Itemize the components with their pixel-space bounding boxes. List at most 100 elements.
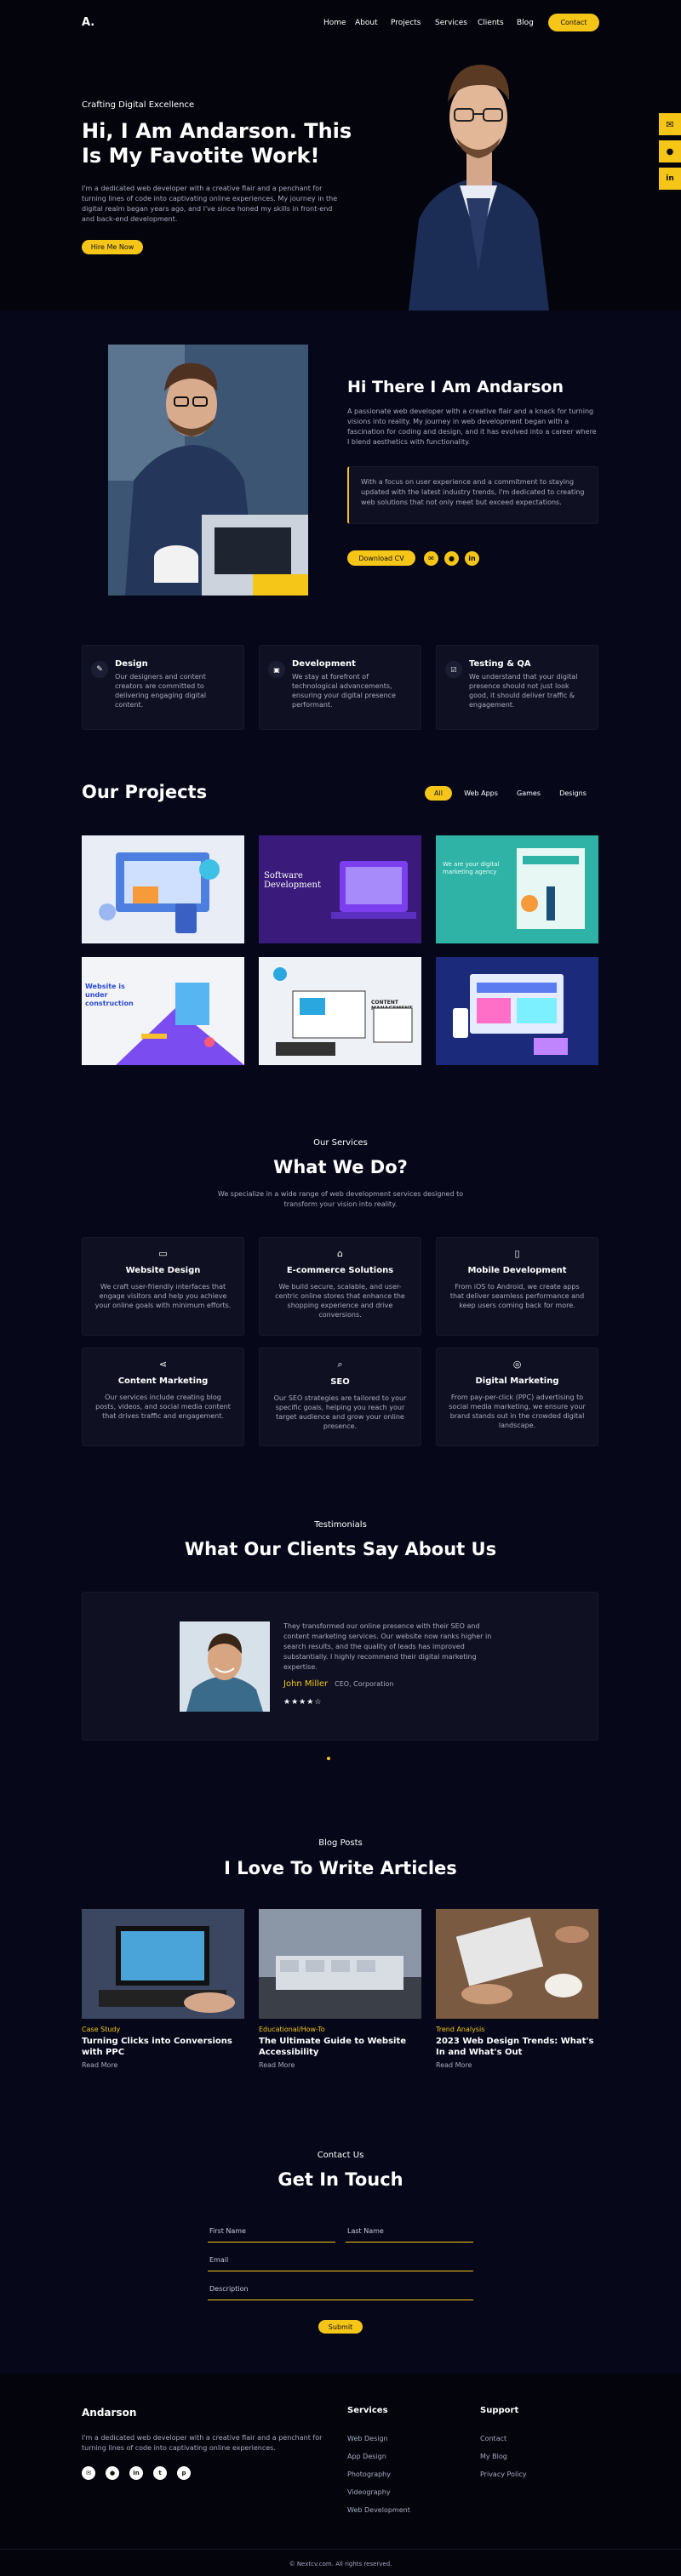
services-title: What We Do? <box>273 1157 408 1177</box>
blog-card[interactable]: Trend Analysis 2023 Web Design Trends: W… <box>436 1909 598 2079</box>
nav-services[interactable]: Services <box>435 19 478 27</box>
about-photo <box>108 345 308 596</box>
client-photo <box>180 1621 270 1712</box>
footer-link[interactable]: My Blog <box>480 2448 527 2465</box>
project-filters: All Web Apps Games Designs <box>425 786 593 801</box>
project-card[interactable] <box>436 957 598 1065</box>
mail-icon[interactable]: ✉ <box>424 551 438 566</box>
footer-social: ✉ ● in t p <box>82 2466 191 2480</box>
logo[interactable]: A. <box>82 16 94 29</box>
footer-link[interactable]: Videography <box>347 2483 410 2501</box>
download-cv-button[interactable]: Download CV <box>347 550 415 566</box>
skill-card-testing: ☑ Testing & QA We understand that your d… <box>436 645 598 730</box>
carousel-dot[interactable] <box>327 1757 330 1760</box>
footer-link[interactable]: Photography <box>347 2465 410 2483</box>
linkedin-icon[interactable]: in <box>659 168 681 190</box>
read-more-link[interactable]: Read More <box>82 2061 244 2069</box>
contact-button[interactable]: Contact <box>548 14 599 31</box>
footer-description: I'm a dedicated web developer with a cre… <box>82 2434 323 2452</box>
hero-portrait <box>400 49 558 311</box>
star-rating: ★★★★☆ <box>283 1698 322 1707</box>
pinterest-icon[interactable]: p <box>177 2466 191 2480</box>
contact-title: Get In Touch <box>278 2169 403 2190</box>
mail-icon[interactable]: ✉ <box>659 113 681 135</box>
star-icon: ★ <box>306 1698 315 1707</box>
footer-divider <box>0 2549 681 2550</box>
blog-post-title[interactable]: The Ultimate Guide to Website Accessibil… <box>259 2036 421 2058</box>
nav-home[interactable]: Home <box>323 19 355 27</box>
skill-card-development: ▣ Development We stay at forefront of te… <box>259 645 421 730</box>
github-icon[interactable]: ● <box>659 140 681 162</box>
client-name: John Miller <box>283 1679 329 1689</box>
project-card[interactable]: CONTENT MANAGEMENT <box>259 957 421 1065</box>
footer-support-list: Contact My Blog Privacy Policy <box>480 2430 527 2483</box>
footer-link[interactable]: Web Design <box>347 2430 410 2448</box>
about-description: A passionate web developer with a creati… <box>347 407 597 446</box>
star-icon: ★ <box>283 1698 292 1707</box>
browser-icon: ▭ <box>158 1248 168 1259</box>
hire-me-button[interactable]: Hire Me Now <box>82 240 143 254</box>
project-card[interactable]: We are your digital marketing agency <box>436 835 598 943</box>
projects-title: Our Projects <box>82 782 208 802</box>
last-name-field[interactable]: Last Name <box>346 2222 473 2243</box>
footer-services-title: Services <box>347 2406 388 2415</box>
footer-link[interactable]: Web Development <box>347 2501 410 2519</box>
testimonials-title: What Our Clients Say About Us <box>184 1539 497 1559</box>
service-card: ⌂ E-commerce Solutions We build secure, … <box>259 1237 421 1336</box>
service-card: ▭ Website Design We craft user-friendly … <box>82 1237 244 1336</box>
twitter-icon[interactable]: t <box>153 2466 167 2480</box>
filter-games[interactable]: Games <box>510 786 547 801</box>
linkedin-icon[interactable]: in <box>129 2466 143 2480</box>
mail-icon[interactable]: ✉ <box>82 2466 95 2480</box>
blog-card[interactable]: Educational/How-To The Ultimate Guide to… <box>259 1909 421 2079</box>
main-nav: Home About Projects Services Clients Blo… <box>323 19 542 27</box>
project-card[interactable]: Website is under construction <box>82 957 244 1065</box>
testimonial-quote: They transformed our online presence wit… <box>283 1622 492 1671</box>
blog-image <box>259 1909 421 2019</box>
pen-tool-icon: ✎ <box>91 661 108 678</box>
project-card[interactable]: Software Development <box>259 835 421 943</box>
read-more-link[interactable]: Read More <box>436 2061 598 2069</box>
service-card: ⌕ SEO Our SEO strategies are tailored to… <box>259 1348 421 1446</box>
code-window-icon: ▣ <box>268 661 285 678</box>
filter-designs[interactable]: Designs <box>552 786 593 801</box>
blog-image <box>82 1909 244 2019</box>
blog-post-title[interactable]: 2023 Web Design Trends: What's In and Wh… <box>436 2036 598 2058</box>
nav-blog[interactable]: Blog <box>517 19 542 27</box>
submit-button[interactable]: Submit <box>318 2320 363 2334</box>
footer-link[interactable]: App Design <box>347 2448 410 2465</box>
hero-description: I'm a dedicated web developer with a cre… <box>82 185 338 223</box>
search-chat-icon: ⌕ <box>337 1359 343 1370</box>
read-more-link[interactable]: Read More <box>259 2061 421 2069</box>
filter-all[interactable]: All <box>425 786 452 801</box>
share-icon: ⋖ <box>158 1359 168 1370</box>
skill-card-design: ✎ Design Our designers and content creat… <box>82 645 244 730</box>
copyright: © Nextcv.com. All rights reserved. <box>289 2561 392 2567</box>
about-social: ✉ ● in <box>424 551 479 566</box>
blog-card[interactable]: Case Study Turning Clicks into Conversio… <box>82 1909 244 2079</box>
client-role: CEO, Corporation <box>335 1680 394 1688</box>
github-icon[interactable]: ● <box>444 551 459 566</box>
filter-web-apps[interactable]: Web Apps <box>457 786 505 801</box>
footer-link[interactable]: Contact <box>480 2430 527 2448</box>
hero-title: Hi, I Am Andarson. This Is My Favotite W… <box>82 119 352 168</box>
project-card[interactable] <box>82 835 244 943</box>
footer-link[interactable]: Privacy Policy <box>480 2465 527 2483</box>
about-quote: With a focus on user experience and a co… <box>347 466 598 524</box>
description-field[interactable]: Description <box>208 2280 473 2300</box>
nav-clients[interactable]: Clients <box>478 19 517 27</box>
services-kicker: Our Services <box>313 1138 368 1148</box>
service-card: ◎ Digital Marketing From pay-per-click (… <box>436 1348 598 1446</box>
store-icon: ⌂ <box>337 1248 343 1259</box>
github-icon[interactable]: ● <box>106 2466 119 2480</box>
contact-kicker: Contact Us <box>317 2151 364 2160</box>
testimonial-author: John Miller CEO, Corporation <box>283 1679 393 1689</box>
nav-projects[interactable]: Projects <box>391 19 435 27</box>
first-name-field[interactable]: First Name <box>208 2222 335 2243</box>
hero-kicker: Crafting Digital Excellence <box>82 100 195 110</box>
footer-support-title: Support <box>480 2406 519 2415</box>
linkedin-icon[interactable]: in <box>465 551 479 566</box>
email-field[interactable]: Email <box>208 2251 473 2271</box>
nav-about[interactable]: About <box>355 19 391 27</box>
blog-post-title[interactable]: Turning Clicks into Conversions with PPC <box>82 2036 244 2058</box>
